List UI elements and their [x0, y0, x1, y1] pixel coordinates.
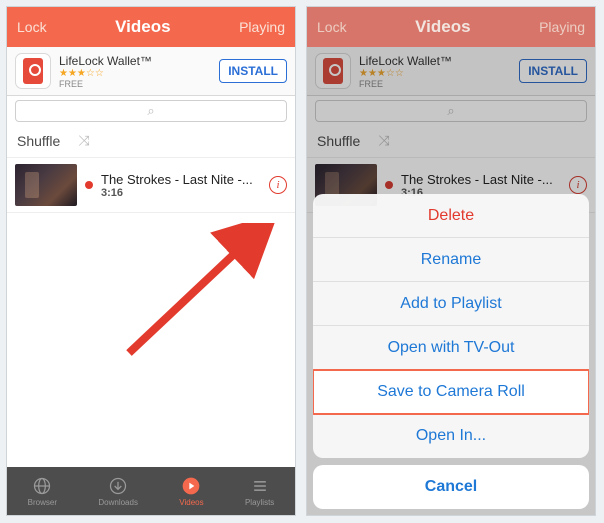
nav-title: Videos: [415, 17, 470, 37]
shuffle-row[interactable]: Shuffle ⤨: [7, 126, 295, 158]
action-sheet: Delete Rename Add to Playlist Open with …: [313, 194, 589, 509]
tab-label: Playlists: [245, 498, 274, 507]
tab-label: Downloads: [98, 498, 138, 507]
install-button[interactable]: INSTALL: [219, 59, 287, 83]
shuffle-icon: ⤨: [78, 132, 89, 149]
navbar: Lock Videos Playing: [7, 7, 295, 47]
ad-app-icon: [15, 53, 51, 89]
shuffle-label: Shuffle: [17, 133, 60, 149]
tab-bar: Browser Downloads Videos Playlists: [7, 467, 295, 515]
sheet-save-camera-roll[interactable]: Save to Camera Roll: [313, 369, 589, 415]
search-input[interactable]: ⌕: [15, 100, 287, 122]
screenshot-left: Lock Videos Playing LifeLock Wallet™ ★★★…: [6, 6, 296, 516]
nav-lock[interactable]: Lock: [17, 19, 47, 35]
download-icon: [107, 475, 129, 497]
tab-playlists[interactable]: Playlists: [245, 475, 274, 507]
tab-downloads[interactable]: Downloads: [98, 475, 138, 507]
video-meta: The Strokes - Last Nite -... 3:16: [101, 172, 261, 199]
sheet-cancel[interactable]: Cancel: [313, 465, 589, 509]
annotation-arrow-icon: [117, 223, 282, 373]
play-icon: [180, 475, 202, 497]
list-icon: [249, 475, 271, 497]
nav-playing[interactable]: Playing: [539, 19, 585, 35]
sheet-open-in[interactable]: Open In...: [313, 414, 589, 458]
nav-title: Videos: [115, 17, 170, 37]
navbar: Lock Videos Playing: [307, 7, 595, 47]
tab-browser[interactable]: Browser: [28, 475, 57, 507]
tab-label: Videos: [179, 498, 203, 507]
sheet-rename[interactable]: Rename: [313, 238, 589, 282]
screenshot-right: Lock Videos Playing LifeLock Wallet™ ★★★…: [306, 6, 596, 516]
ad-stars-icon: ★★★☆☆: [59, 68, 211, 79]
content-area: [7, 213, 295, 467]
video-row[interactable]: The Strokes - Last Nite -... 3:16 i: [7, 158, 295, 213]
ad-banner[interactable]: LifeLock Wallet™ ★★★☆☆ FREE INSTALL: [7, 47, 295, 96]
tab-label: Browser: [28, 498, 57, 507]
sheet-tv-out[interactable]: Open with TV-Out: [313, 326, 589, 370]
ad-text: LifeLock Wallet™ ★★★☆☆ FREE: [59, 54, 211, 89]
ad-title: LifeLock Wallet™: [59, 54, 211, 68]
tab-videos[interactable]: Videos: [179, 475, 203, 507]
sheet-add-to-playlist[interactable]: Add to Playlist: [313, 282, 589, 326]
video-duration: 3:16: [101, 187, 261, 199]
info-button[interactable]: i: [269, 176, 287, 194]
search-icon: ⌕: [147, 103, 154, 119]
sheet-delete[interactable]: Delete: [313, 194, 589, 238]
nav-lock[interactable]: Lock: [317, 19, 347, 35]
ad-free-label: FREE: [59, 79, 211, 89]
unwatched-dot-icon: [85, 181, 93, 189]
video-title: The Strokes - Last Nite -...: [101, 172, 261, 187]
nav-playing[interactable]: Playing: [239, 19, 285, 35]
globe-icon: [31, 475, 53, 497]
video-thumbnail: [15, 164, 77, 206]
